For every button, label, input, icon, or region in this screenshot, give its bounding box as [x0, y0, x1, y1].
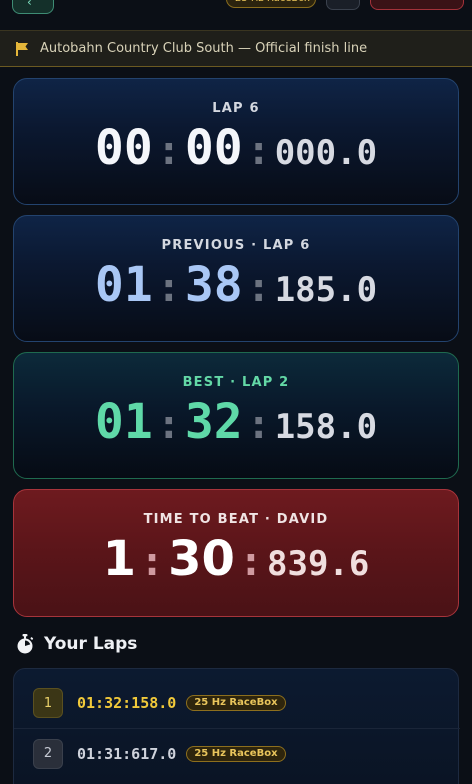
colon: :	[238, 539, 264, 585]
colon: :	[156, 265, 181, 311]
previous-lap-card: PREVIOUS · LAP 6 01 : 38 : 185.0	[13, 215, 459, 342]
current-minutes: 00	[94, 120, 153, 176]
flag-icon	[16, 41, 29, 56]
colon: :	[156, 402, 181, 448]
colon: :	[156, 128, 181, 174]
colon: :	[140, 539, 165, 585]
previous-lap-time: 01 : 38 : 185.0	[95, 259, 377, 311]
top-toolbar: ‹ 25 Hz RaceBox	[0, 0, 472, 28]
lap-time: 01:32:158.0	[77, 694, 177, 712]
chevron-left-icon: ‹	[27, 0, 32, 9]
source-badge: 25 Hz RaceBox	[226, 0, 316, 8]
colon: :	[246, 265, 271, 311]
track-name: Autobahn Country Club South — Official f…	[40, 41, 368, 56]
best-lap-time: 01 : 32 : 158.0	[95, 396, 377, 448]
colon: :	[246, 402, 271, 448]
lap-row[interactable]: 1 01:32:158.0 25 Hz RaceBox	[14, 678, 460, 728]
laps-title: Your Laps	[44, 634, 138, 654]
target-minutes: 1	[102, 531, 137, 587]
stopwatch-icon	[16, 634, 34, 654]
current-lap-time: 00 : 00 : 000.0	[95, 122, 377, 174]
laps-section-header: Your Laps	[16, 634, 137, 654]
best-seconds: 32	[184, 394, 243, 450]
current-milliseconds: 000.0	[274, 133, 378, 173]
best-lap-card: BEST · LAP 2 01 : 32 : 158.0	[13, 352, 459, 479]
back-button[interactable]: ‹	[12, 0, 54, 14]
best-milliseconds: 158.0	[274, 407, 378, 447]
current-lap-card: LAP 6 00 : 00 : 000.0	[13, 78, 459, 205]
best-minutes: 01	[94, 394, 153, 450]
time-to-beat-time: 1 : 30 : 839.6	[103, 533, 370, 585]
track-banner: Autobahn Country Club South — Official f…	[0, 30, 472, 67]
time-to-beat-label: TIME TO BEAT · DAVID	[143, 512, 329, 527]
best-lap-label: BEST · LAP 2	[182, 375, 290, 390]
current-seconds: 00	[184, 120, 243, 176]
colon: :	[246, 128, 271, 174]
time-to-beat-card: TIME TO BEAT · DAVID 1 : 30 : 839.6	[13, 489, 459, 617]
stop-button[interactable]	[370, 0, 464, 10]
previous-milliseconds: 185.0	[274, 270, 378, 310]
laps-list: 1 01:32:158.0 25 Hz RaceBox 2 01:31:617.…	[13, 668, 460, 784]
source-badge: 25 Hz RaceBox	[186, 745, 286, 762]
previous-lap-label: PREVIOUS · LAP 6	[161, 238, 311, 253]
lap-number-badge: 2	[33, 738, 63, 769]
previous-minutes: 01	[94, 257, 153, 313]
target-milliseconds: 839.6	[267, 544, 370, 584]
current-lap-label: LAP 6	[212, 101, 260, 116]
settings-button[interactable]	[326, 0, 360, 10]
lap-row[interactable]: 2 01:31:617.0 25 Hz RaceBox	[14, 728, 460, 778]
lap-number-badge: 1	[33, 688, 63, 718]
target-seconds: 30	[168, 531, 235, 587]
source-badge: 25 Hz RaceBox	[186, 695, 286, 711]
previous-seconds: 38	[184, 257, 243, 313]
lap-time: 01:31:617.0	[77, 744, 177, 763]
